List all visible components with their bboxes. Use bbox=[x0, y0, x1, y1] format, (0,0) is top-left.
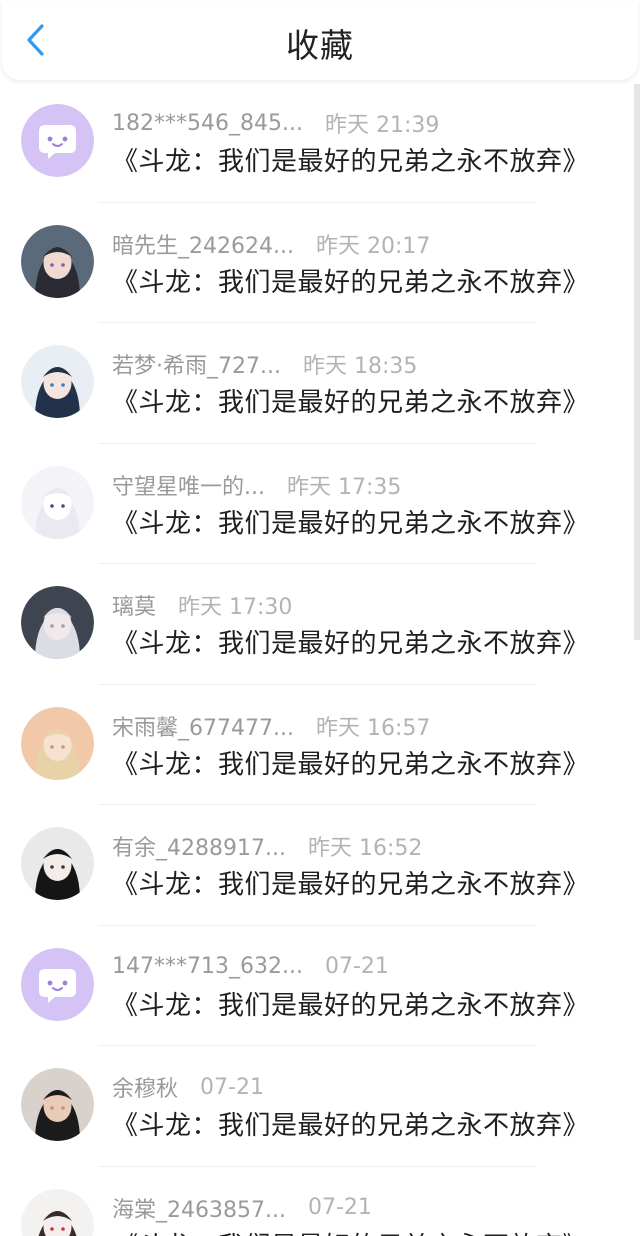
timestamp: 昨天 21:39 bbox=[324, 113, 440, 138]
list-item[interactable]: 若梦·希雨_727... 昨天 18:35 《斗龙：我们是最好的兄弟之永不放弃》 bbox=[0, 323, 632, 444]
item-meta: 璃莫 昨天 17:30 bbox=[112, 590, 292, 620]
list-item[interactable]: 宋雨馨_677477... 昨天 16:57 《斗龙：我们是最好的兄弟之永不放弃》 bbox=[0, 685, 632, 805]
user-name[interactable]: 若梦·希雨_727... bbox=[112, 348, 281, 380]
user-name[interactable]: 182***546_845... bbox=[112, 111, 303, 136]
item-meta: 海棠_2463857... 07-21 bbox=[112, 1193, 372, 1223]
avatar[interactable] bbox=[21, 1188, 94, 1236]
work-title[interactable]: 《斗龙：我们是最好的兄弟之永不放弃》 bbox=[112, 747, 589, 783]
work-title[interactable]: 《斗龙：我们是最好的兄弟之永不放弃》 bbox=[112, 385, 589, 421]
item-meta: 147***713_632... 07-21 bbox=[112, 952, 389, 982]
list-item[interactable]: 守望星唯一的... 昨天 17:35 《斗龙：我们是最好的兄弟之永不放弃》 bbox=[0, 444, 632, 564]
top-bar: 收藏 bbox=[2, 2, 638, 80]
user-name[interactable]: 暗先生_242624... bbox=[112, 228, 294, 260]
work-title[interactable]: 《斗龙：我们是最好的兄弟之永不放弃》 bbox=[112, 144, 589, 180]
list-item[interactable]: 暗先生_242624... 昨天 20:17 《斗龙：我们是最好的兄弟之永不放弃》 bbox=[0, 203, 632, 323]
timestamp: 昨天 20:17 bbox=[315, 233, 431, 259]
timestamp: 07-21 bbox=[200, 1074, 264, 1100]
avatar[interactable] bbox=[21, 345, 94, 418]
avatar[interactable] bbox=[21, 947, 94, 1021]
avatar[interactable] bbox=[21, 224, 94, 298]
avatar[interactable] bbox=[21, 465, 94, 539]
item-meta: 守望星唯一的... 昨天 17:35 bbox=[112, 470, 401, 500]
work-title[interactable]: 《斗龙：我们是最好的兄弟之永不放弃》 bbox=[112, 626, 589, 662]
timestamp: 昨天 16:52 bbox=[307, 836, 423, 861]
item-meta: 有余_4288917... 昨天 16:52 bbox=[112, 831, 422, 861]
user-name[interactable]: 宋雨馨_677477... bbox=[112, 710, 294, 742]
user-name[interactable]: 147***713_632... bbox=[112, 954, 303, 979]
user-name[interactable]: 璃莫 bbox=[112, 589, 156, 621]
work-title[interactable]: 《斗龙：我们是最好的兄弟之永不放弃》 bbox=[112, 1229, 589, 1236]
item-meta: 暗先生_242624... 昨天 20:17 bbox=[112, 229, 430, 259]
item-meta: 余穆秋 07-21 bbox=[112, 1071, 264, 1103]
favorites-screen: 收藏 182***546_845... 昨天 21:39 《斗龙：我们是最好的兄弟之… bbox=[0, 0, 640, 1236]
avatar[interactable] bbox=[21, 586, 94, 659]
list-item[interactable]: 海棠_2463857... 07-21 《斗龙：我们是最好的兄弟之永不放弃》 bbox=[0, 1167, 632, 1236]
scrollbar[interactable] bbox=[634, 84, 640, 640]
list-item[interactable]: 147***713_632... 07-21 《斗龙：我们是最好的兄弟之永不放弃》 bbox=[0, 926, 632, 1046]
favorites-list: 182***546_845... 昨天 21:39 《斗龙：我们是最好的兄弟之永不放… bbox=[0, 82, 632, 1236]
avatar[interactable] bbox=[21, 706, 94, 780]
work-title[interactable]: 《斗龙：我们是最好的兄弟之永不放弃》 bbox=[112, 1108, 589, 1144]
avatar[interactable] bbox=[21, 827, 94, 900]
avatar[interactable] bbox=[21, 1068, 94, 1141]
user-name[interactable]: 有余_4288917... bbox=[112, 830, 286, 862]
timestamp: 07-21 bbox=[307, 1195, 372, 1220]
user-name[interactable]: 守望星唯一的... bbox=[112, 469, 265, 501]
list-item[interactable]: 余穆秋 07-21 《斗龙：我们是最好的兄弟之永不放弃》 bbox=[0, 1046, 632, 1167]
list-item[interactable]: 璃莫 昨天 17:30 《斗龙：我们是最好的兄弟之永不放弃》 bbox=[0, 564, 632, 685]
item-meta: 若梦·希雨_727... 昨天 18:35 bbox=[112, 349, 417, 379]
timestamp: 昨天 17:30 bbox=[178, 595, 293, 620]
work-title[interactable]: 《斗龙：我们是最好的兄弟之永不放弃》 bbox=[112, 265, 589, 301]
list-item[interactable]: 有余_4288917... 昨天 16:52 《斗龙：我们是最好的兄弟之永不放弃》 bbox=[0, 805, 632, 926]
avatar[interactable] bbox=[21, 104, 94, 177]
list-item[interactable]: 182***546_845... 昨天 21:39 《斗龙：我们是最好的兄弟之永不放… bbox=[0, 82, 632, 203]
user-name[interactable]: 余穆秋 bbox=[112, 1071, 178, 1103]
user-name[interactable]: 海棠_2463857... bbox=[112, 1192, 286, 1224]
page-title: 收藏 bbox=[286, 26, 354, 65]
work-title[interactable]: 《斗龙：我们是最好的兄弟之永不放弃》 bbox=[112, 506, 589, 542]
timestamp: 昨天 17:35 bbox=[286, 474, 402, 500]
work-title[interactable]: 《斗龙：我们是最好的兄弟之永不放弃》 bbox=[112, 867, 589, 903]
work-title[interactable]: 《斗龙：我们是最好的兄弟之永不放弃》 bbox=[112, 988, 589, 1024]
item-meta: 182***546_845... 昨天 21:39 bbox=[112, 108, 440, 139]
timestamp: 昨天 16:57 bbox=[315, 715, 431, 741]
item-meta: 宋雨馨_677477... 昨天 16:57 bbox=[112, 711, 430, 741]
timestamp: 07-21 bbox=[324, 954, 389, 979]
timestamp: 昨天 18:35 bbox=[302, 354, 418, 379]
